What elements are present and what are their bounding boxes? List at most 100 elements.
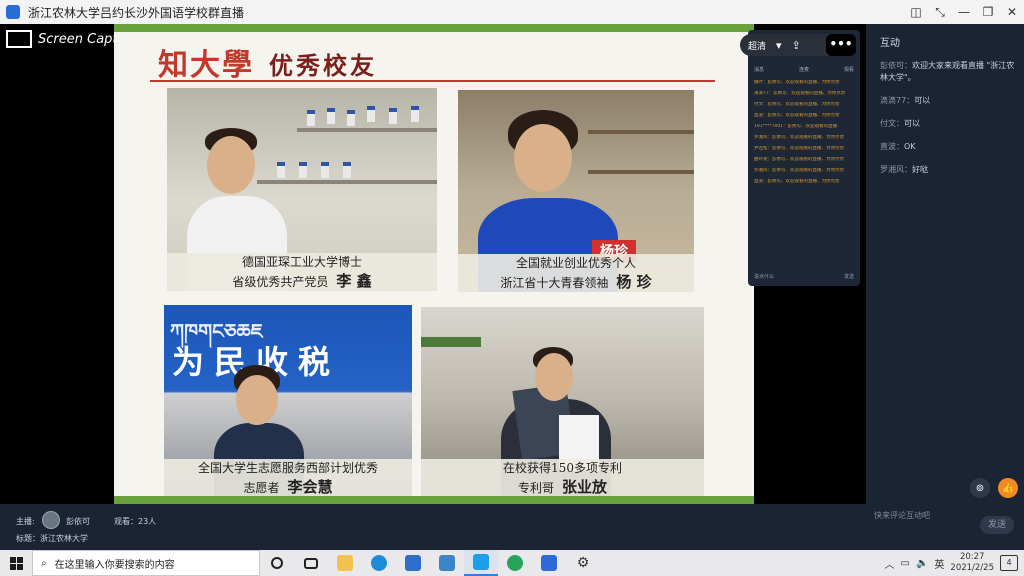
caption-line-1: 全国大学生志愿服务西部计划优秀 <box>197 461 378 475</box>
fullscreen-icon[interactable]: ⤡ <box>928 0 952 24</box>
cortana-icon[interactable] <box>260 550 294 576</box>
lab-shelf <box>257 180 437 184</box>
alumni-name: 李 鑫 <box>336 272 372 290</box>
edge-icon[interactable] <box>362 550 396 576</box>
dell-icon[interactable] <box>430 550 464 576</box>
volume-icon[interactable]: 🔈 <box>916 558 928 569</box>
comment-item: 彭依可：欢迎大家来观看直播 "浙江农林大学"。 <box>880 60 1020 84</box>
send-button[interactable]: 发送 <box>980 516 1014 534</box>
chat-overlay[interactable]: 消息 连麦 观看 播叶：彭依可、欢迎观看的直播、为你点赞 滴滴77：彭依可、欢迎… <box>748 30 860 286</box>
like-icon[interactable]: 👍 <box>998 478 1018 498</box>
comment-text: OK <box>904 142 916 151</box>
clock[interactable]: 20:27 2021/2/25 <box>950 552 994 574</box>
alumni-name: 张业放 <box>562 478 608 496</box>
window-title: 浙江农林大学吕约长沙外国语学校群直播 <box>28 5 245 20</box>
caption-title: 浙江省十大青春领袖 <box>500 276 609 290</box>
host-label: 主播: <box>16 517 35 526</box>
comment-item: 付文：可以 <box>880 118 1020 130</box>
network-icon[interactable]: ▭ <box>901 558 910 569</box>
wps-icon[interactable] <box>532 550 566 576</box>
taskbar-search[interactable]: ⌕ 在这里输入你要搜索的内容 <box>32 550 260 576</box>
live-stream-app: 浙江农林大学吕约长沙外国语学校群直播 ◫ ⤡ — ❐ ✕ Screen Capt… <box>0 0 1024 576</box>
tab-messages[interactable]: 消息 <box>754 66 764 73</box>
pin-window-icon[interactable]: ◫ <box>904 0 928 24</box>
caption-line-1: 全国就业创业优秀个人 <box>515 256 636 270</box>
comment-text: 可以 <box>904 119 920 128</box>
overlay-messages: 播叶：彭依可、欢迎观看的直播、为你点赞 滴滴77：彭依可、欢迎观看的直播、为你点… <box>754 80 854 190</box>
language-indicator[interactable]: 英 <box>934 556 944 571</box>
bottle-icon <box>367 106 375 122</box>
overlay-tabs: 消息 连麦 观看 <box>754 66 854 73</box>
video-player[interactable]: Screen Capture Pro 知大學 优秀校友 德国亚琛工业大学博士 省… <box>0 24 866 504</box>
chevron-down-icon[interactable]: ▾ <box>776 39 782 52</box>
tab-viewers[interactable]: 观看 <box>844 66 854 73</box>
task-view-icon[interactable] <box>294 550 328 576</box>
link-icon[interactable]: ⊚ <box>970 478 990 498</box>
caption-line-2: 省级优秀共产党员李 鑫 <box>167 272 437 291</box>
comment-item: 滴滴77：可以 <box>880 95 1020 107</box>
presentation-slide: 知大學 优秀校友 德国亚琛工业大学博士 省级优秀共产党员 李 鑫 杨珍 全国就业… <box>114 24 754 504</box>
quality-label[interactable]: 超清 <box>748 39 766 52</box>
clock-date: 2021/2/25 <box>950 563 994 573</box>
caption-line-2: 志愿者 李会慧 <box>164 478 412 497</box>
close-button[interactable]: ✕ <box>1000 0 1024 24</box>
minimize-button[interactable]: — <box>952 0 976 24</box>
tab-connect[interactable]: 连麦 <box>799 66 809 73</box>
avatar <box>42 511 60 529</box>
restore-button[interactable]: ❐ <box>976 0 1000 24</box>
live-app-icon[interactable] <box>464 550 498 576</box>
alumni-photo-3: ཀཁགངཅཆཇ 为民收税 全国大学生志愿服务西部计划优秀 志愿者 李会慧 <box>164 305 412 497</box>
person-head <box>535 353 573 401</box>
interaction-sidebar: 互动 彭依可：欢迎大家来观看直播 "浙江农林大学"。 滴滴77：可以 付文：可以… <box>866 24 1024 504</box>
sidebar-title: 互动 <box>880 38 900 49</box>
bottle-icon <box>321 162 329 178</box>
lab-shelf <box>297 128 437 132</box>
start-button[interactable] <box>0 550 32 576</box>
system-tray: ︿ ▭ 🔈 英 20:27 2021/2/25 4 <box>885 552 1024 574</box>
host-name: 彭依可 <box>66 517 90 526</box>
photo-caption: 全国就业创业优秀个人 浙江省十大青春领袖杨 珍 <box>458 254 694 292</box>
bottle-icon <box>411 106 419 122</box>
viewer-count: 观看：23人 <box>114 517 157 526</box>
person-head <box>236 375 278 425</box>
list-item: 播叶：彭依可、欢迎观看的直播、为你点赞 <box>754 80 840 85</box>
windows-logo-icon <box>9 556 23 570</box>
comment-item: 罗湘风：好哒 <box>880 164 1020 176</box>
list-item: 罗湘风：彭依可、欢迎观看的直播、为你点赞 <box>754 135 844 140</box>
alumni-name: 李会慧 <box>287 478 333 496</box>
bottle-icon <box>327 108 335 124</box>
caption-title: 专利哥 <box>517 481 554 495</box>
file-explorer-icon[interactable] <box>328 550 362 576</box>
mail-icon[interactable] <box>396 550 430 576</box>
caption-line-1: 在校获得150多项专利 <box>503 461 622 475</box>
edge-icon[interactable] <box>498 550 532 576</box>
caption-title: 志愿者 <box>243 481 280 495</box>
comment-input[interactable]: 快来评论互动吧 <box>874 510 930 521</box>
caption-line-2: 浙江省十大青春领袖杨 珍 <box>458 273 694 292</box>
notification-icon[interactable]: 4 <box>1000 555 1018 571</box>
app-logo-icon <box>6 5 20 19</box>
caption-line-1: 德国亚琛工业大学博士 <box>241 255 362 269</box>
plant <box>421 337 481 347</box>
overlay-send-button[interactable]: 发送 <box>844 273 854 280</box>
overlay-input-placeholder[interactable]: 说点什么 <box>754 273 774 280</box>
photo-caption: 德国亚琛工业大学博士 省级优秀共产党员李 鑫 <box>167 253 437 291</box>
chevron-up-icon[interactable]: ︿ <box>885 556 895 571</box>
list-item: 191****7001：彭依可、欢迎观看的直播 <box>754 124 838 129</box>
list-item: 直波：彭依可、欢迎观看的直播、为你点赞 <box>754 179 840 184</box>
bottle-icon <box>389 108 397 124</box>
person-head <box>207 136 255 194</box>
search-placeholder[interactable]: 在这里输入你要搜索的内容 <box>55 556 175 571</box>
slide-divider <box>150 80 715 82</box>
caption-title: 省级优秀共产党员 <box>232 275 329 289</box>
settings-icon[interactable]: ⚙ <box>566 550 600 576</box>
slide-heading: 优秀校友 <box>269 51 377 80</box>
comment-user: 彭依可： <box>880 61 912 70</box>
overlay-input[interactable]: 说点什么 发送 <box>754 273 854 280</box>
caption-line-2: 专利哥 张业放 <box>421 478 704 497</box>
share-icon[interactable]: ⇪ <box>792 39 801 52</box>
more-options-button[interactable]: ••• <box>826 34 856 56</box>
screen-capture-logo-icon <box>6 30 32 48</box>
comment-item: 直波：OK <box>880 141 1020 153</box>
clock-time: 20:27 <box>959 552 985 562</box>
